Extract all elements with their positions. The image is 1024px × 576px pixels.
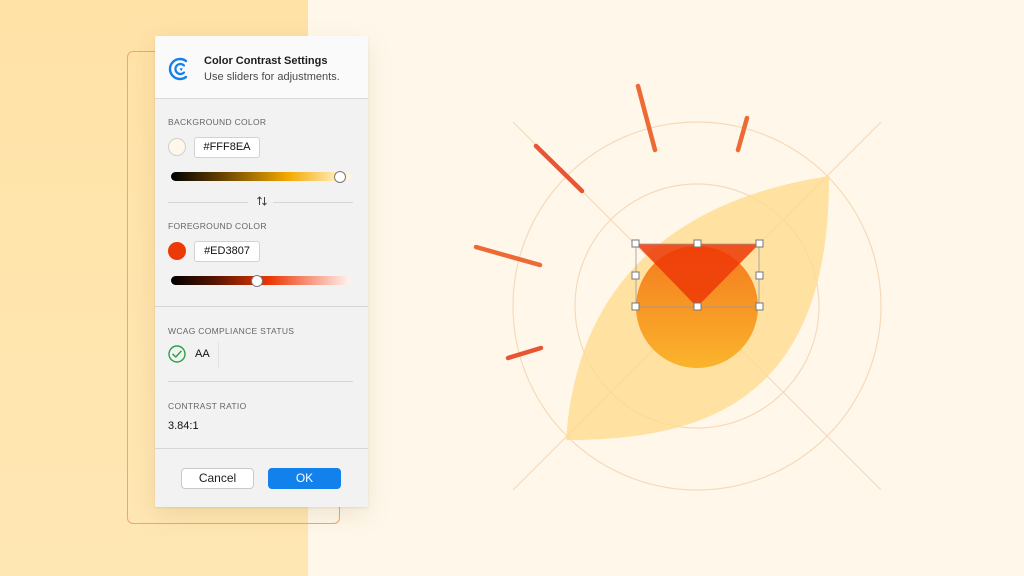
- panel-title: Color Contrast Settings: [204, 55, 328, 67]
- swap-vertical-arrows-icon[interactable]: [256, 195, 268, 207]
- panel-subtitle: Use sliders for adjustments.: [204, 71, 340, 83]
- app-logo-icon: [168, 57, 188, 81]
- check-circle-icon: [168, 345, 186, 363]
- compliance-level: AA: [195, 348, 210, 360]
- background-hex-field[interactable]: #FFF8EA: [194, 137, 260, 158]
- contrast-ratio-value: 3.84:1: [168, 420, 199, 432]
- cancel-button[interactable]: Cancel: [181, 468, 254, 489]
- foreground-hex-field[interactable]: #ED3807: [194, 241, 260, 262]
- color-contrast-panel: Color Contrast Settings Use sliders for …: [155, 36, 368, 507]
- background-slider-knob[interactable]: [334, 170, 347, 183]
- wcag-compliance-label: WCAG COMPLIANCE STATUS: [168, 326, 295, 336]
- foreground-slider-knob[interactable]: [251, 274, 264, 287]
- contrast-ratio-label: CONTRAST RATIO: [168, 401, 247, 411]
- foreground-color-slider[interactable]: [171, 274, 351, 287]
- compliance-separator: [218, 342, 219, 368]
- background-color-slider[interactable]: [171, 170, 351, 183]
- background-color-label: BACKGROUND COLOR: [168, 117, 267, 127]
- section-divider-right: [273, 202, 353, 203]
- divider: [155, 306, 368, 307]
- divider: [168, 381, 353, 382]
- foreground-color-swatch[interactable]: [168, 242, 186, 260]
- section-divider-left: [168, 202, 248, 203]
- ok-button[interactable]: OK: [268, 468, 341, 489]
- panel-header: Color Contrast Settings Use sliders for …: [155, 36, 368, 99]
- background-color-swatch[interactable]: [168, 138, 186, 156]
- foreground-color-label: FOREGROUND COLOR: [168, 221, 267, 231]
